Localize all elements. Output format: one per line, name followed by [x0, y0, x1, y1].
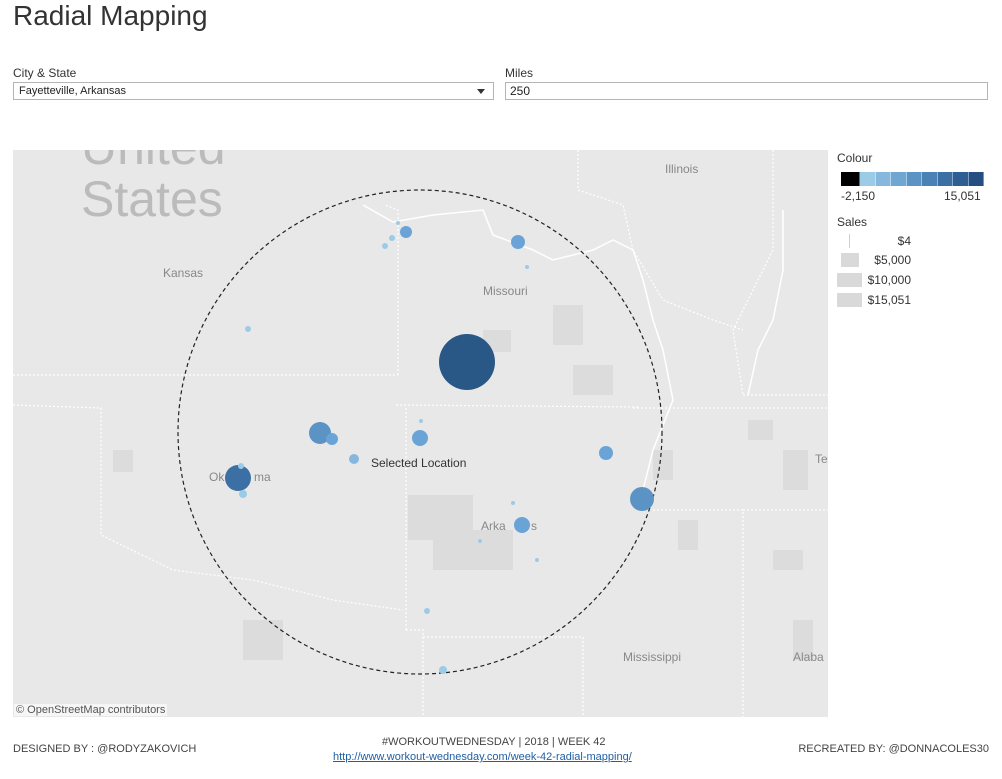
colour-step — [937, 172, 953, 186]
map-attribution[interactable]: © OpenStreetMap contributors — [14, 704, 168, 716]
sales-legend-row: $4 — [837, 232, 917, 250]
bubble[interactable] — [511, 501, 515, 505]
colour-step — [875, 172, 891, 186]
bubble[interactable] — [400, 226, 412, 238]
state-label-alabama: Alaba — [793, 650, 824, 664]
colour-step — [860, 172, 876, 186]
sales-legend-label: $5,000 — [874, 253, 911, 267]
sales-legend-row: $5,000 — [837, 251, 917, 269]
size-swatch — [849, 234, 850, 248]
size-swatch — [837, 273, 862, 287]
bubble[interactable] — [525, 265, 529, 269]
country-label-line2: States — [81, 171, 223, 227]
bubble[interactable] — [630, 487, 654, 511]
state-label-arkansas-part1: Arka — [481, 519, 506, 533]
state-label-tennessee: Te — [815, 452, 828, 466]
footer-link[interactable]: http://www.workout-wednesday.com/week-42… — [333, 751, 632, 763]
sales-legend-label: $10,000 — [867, 273, 911, 287]
state-label-illinois: Illinois — [665, 162, 698, 176]
city-state-dropdown[interactable]: Fayetteville, Arkansas — [13, 82, 494, 100]
bubble[interactable] — [419, 419, 423, 423]
bubble[interactable] — [382, 243, 388, 249]
bubble[interactable] — [439, 666, 447, 674]
size-swatch — [841, 253, 859, 267]
sales-legend-label: $4 — [897, 234, 911, 248]
bubble[interactable] — [514, 517, 530, 533]
chevron-down-icon[interactable] — [477, 89, 485, 94]
miles-label: Miles — [505, 66, 534, 80]
bubble[interactable] — [326, 433, 338, 445]
state-label-oklahoma-part2: ma — [254, 470, 271, 484]
bubble[interactable] — [412, 430, 428, 446]
bubble[interactable] — [511, 235, 525, 249]
colour-step — [953, 172, 969, 186]
colour-step — [891, 172, 907, 186]
state-label-mississippi: Mississippi — [623, 650, 681, 664]
bubble[interactable] — [396, 221, 400, 225]
city-state-label: City & State — [13, 66, 77, 80]
colour-max-label: 15,051 — [944, 189, 981, 203]
bubble[interactable] — [599, 446, 613, 460]
page-title: Radial Mapping — [13, 0, 208, 31]
colour-legend-title: Colour — [837, 151, 873, 165]
colour-ramp — [841, 172, 984, 186]
miles-input[interactable]: 250 — [505, 82, 988, 100]
footer-center: #WORKOUTWEDNESDAY | 2018 | WEEK 42 — [382, 736, 606, 748]
state-label-oklahoma-part1: Ok — [209, 470, 225, 484]
bubble[interactable] — [389, 235, 395, 241]
size-swatch — [837, 293, 862, 307]
state-label-kansas: Kansas — [163, 266, 203, 280]
bubble[interactable] — [535, 558, 539, 562]
bubble[interactable] — [238, 463, 244, 469]
bubble[interactable] — [424, 608, 430, 614]
colour-step — [922, 172, 938, 186]
sales-legend-row: $10,000 — [837, 271, 917, 289]
sales-legend-title: Sales — [837, 215, 868, 229]
colour-step — [968, 172, 984, 186]
bubble[interactable] — [478, 539, 482, 543]
bubble-large[interactable] — [439, 334, 495, 390]
map-canvas[interactable]: United States Kansas Missouri Illinois O… — [13, 150, 828, 717]
colour-step — [841, 172, 860, 186]
bubble[interactable] — [239, 490, 247, 498]
footer-designed-by: DESIGNED BY : @RODYZAKOVICH — [13, 743, 197, 755]
state-label-arkansas-part2: s — [531, 519, 537, 533]
state-label-missouri: Missouri — [483, 284, 528, 298]
radial-map[interactable]: United States Kansas Missouri Illinois O… — [13, 150, 828, 717]
bubble[interactable] — [349, 454, 359, 464]
bubble[interactable] — [245, 326, 251, 332]
miles-value: 250 — [510, 84, 531, 98]
city-state-value: Fayetteville, Arkansas — [19, 85, 126, 97]
selected-location-label: Selected Location — [371, 456, 466, 470]
colour-step — [906, 172, 922, 186]
footer-recreated-by: RECREATED BY: @DONNACOLES30 — [798, 743, 989, 755]
sales-legend-label: $15,051 — [867, 293, 911, 307]
colour-min-label: -2,150 — [841, 189, 876, 203]
bubble[interactable] — [225, 465, 251, 491]
sales-legend-row: $15,051 — [837, 291, 917, 309]
